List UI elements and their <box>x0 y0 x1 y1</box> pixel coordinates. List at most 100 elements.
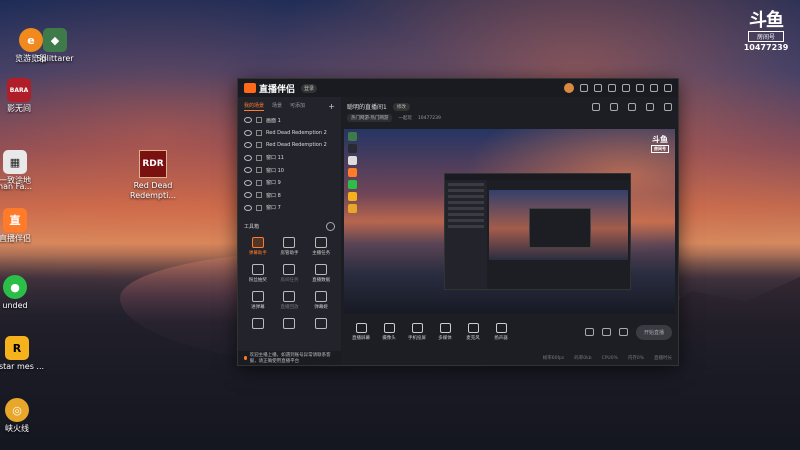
scene-item[interactable]: 画面 1 <box>238 114 341 127</box>
user-icon <box>283 237 296 248</box>
camera-icon <box>383 323 395 333</box>
media-button[interactable]: 多媒体 <box>431 323 459 341</box>
douyu-companion-icon: 直 <box>3 208 27 232</box>
monitor-icon <box>251 291 264 302</box>
tool-extra-1[interactable] <box>242 318 274 331</box>
desktop-icon-lanhuo[interactable]: ◎ 峡火线 <box>0 398 48 434</box>
tab-my-scenes[interactable]: 我的场景 <box>244 102 265 111</box>
preview-desktop-icons <box>344 129 362 314</box>
share-icon[interactable] <box>592 102 600 111</box>
link-icon[interactable] <box>664 102 672 111</box>
login-badge[interactable]: 登录 <box>301 83 318 93</box>
gift-icon[interactable] <box>608 84 616 92</box>
menu-icon[interactable] <box>636 84 644 92</box>
eye-icon[interactable] <box>244 167 252 174</box>
skin-icon[interactable] <box>580 84 588 92</box>
desktop-icon-bara[interactable]: BARA 影无间 <box>0 78 50 114</box>
microphone-button[interactable]: 麦克风 <box>459 323 487 341</box>
phone-icon <box>411 323 423 333</box>
title-bar[interactable]: 直播伴侣 登录 <box>238 79 678 97</box>
camera-button[interactable]: 摄像头 <box>375 323 403 341</box>
tab-scenes[interactable]: 场景 <box>272 102 282 111</box>
lock-icon[interactable] <box>256 167 262 174</box>
scene-tabs: 我的场景 场景 可添加 + <box>238 97 341 114</box>
scene-item[interactable]: 窗口 11 <box>238 152 341 165</box>
microphone-icon <box>467 323 479 333</box>
scene-item[interactable]: Red Dead Redemption 2 <box>238 139 341 152</box>
scene-item[interactable]: Red Dead Redemption 2 <box>238 127 341 140</box>
tool-danmu-in[interactable]: 进弹幕 <box>242 291 274 310</box>
scene-item[interactable]: 窗口 9 <box>238 177 341 190</box>
download-icon <box>283 264 296 275</box>
desktop-icon-rdr2[interactable]: RDR Red Dead Redempti... <box>128 150 178 201</box>
message-icon[interactable] <box>594 84 602 92</box>
bara-icon: BARA <box>7 78 31 102</box>
lock-icon[interactable] <box>256 129 262 136</box>
desktop-icon-rockstar[interactable]: R ckstar mes ... <box>0 336 48 372</box>
lock-icon[interactable] <box>256 179 262 186</box>
doc-icon <box>251 318 264 329</box>
notice-bar: 欢迎主播上播，如遇到账号异常请联系客服，请正确使用直播平台 <box>238 351 341 365</box>
tool-extra-2[interactable] <box>274 318 306 331</box>
eye-icon[interactable] <box>244 192 252 199</box>
lock-icon[interactable] <box>256 142 262 149</box>
tab-addable[interactable]: 可添加 <box>290 102 305 111</box>
tool-room-task[interactable]: 房间任务 <box>274 264 306 283</box>
desktop-icon-game2[interactable]: han Fa... <box>0 180 46 192</box>
stream-preview[interactable]: 斗鱼 房间号 <box>344 129 675 314</box>
status-bar: 帧率60fps 码率0kb CPU0% 内存0% 直播时长 <box>542 355 672 362</box>
lock-icon[interactable] <box>256 192 262 199</box>
tool-danmu-assistant[interactable]: 弹幕助手 <box>242 237 274 256</box>
room-id: 10477239 <box>417 115 441 121</box>
desktop-icon-unded[interactable]: ● unded <box>0 275 46 311</box>
rockstar-icon: R <box>5 336 29 360</box>
eye-icon[interactable] <box>244 129 252 136</box>
screen-capture-button[interactable]: 直播屏幕 <box>347 323 375 341</box>
speaker-button[interactable]: 扬声器 <box>487 323 515 341</box>
phone-cast-button[interactable]: 手机投屏 <box>403 323 431 341</box>
record-icon[interactable] <box>584 328 594 336</box>
scene-item[interactable]: 窗口 10 <box>238 164 341 177</box>
settings-gear-icon[interactable] <box>618 328 628 336</box>
scene-item[interactable]: 窗口 8 <box>238 189 341 202</box>
desktop-icon-douyu-companion[interactable]: 直 直播伴侣 <box>0 208 46 244</box>
add-scene-button[interactable]: + <box>328 102 335 111</box>
lock-icon[interactable] <box>610 102 618 111</box>
close-icon[interactable] <box>664 84 672 92</box>
tool-extra-3[interactable] <box>305 318 337 331</box>
eye-icon[interactable] <box>244 204 252 211</box>
edit-room-button[interactable]: 修改 <box>392 102 410 111</box>
replay-icon <box>283 291 296 302</box>
avatar[interactable] <box>564 83 574 93</box>
timer-icon[interactable] <box>601 328 611 336</box>
eye-icon[interactable] <box>244 117 252 124</box>
tool-replay[interactable]: 直播回放 <box>274 291 306 310</box>
category-tag[interactable]: 热门网游·热门网游 <box>347 114 393 122</box>
minimize-icon[interactable] <box>650 84 658 92</box>
scene-item[interactable]: 窗口 7 <box>238 202 341 215</box>
tool-fan-lottery[interactable]: 粉丝抽奖 <box>242 264 274 283</box>
lock-icon[interactable] <box>256 154 262 161</box>
toolbox-header: 工具箱 <box>238 214 341 235</box>
eye-icon[interactable] <box>244 154 252 161</box>
tool-streamer-task[interactable]: 主播任务 <box>305 237 337 256</box>
lock-icon[interactable] <box>256 117 262 124</box>
eye-icon[interactable] <box>244 142 252 149</box>
settings-icon[interactable] <box>622 84 630 92</box>
eye-icon[interactable] <box>244 179 252 186</box>
start-live-button[interactable]: 开始直播 <box>635 324 672 340</box>
lock-icon[interactable] <box>256 204 262 211</box>
live-companion-window[interactable]: 直播伴侣 登录 我的场景 场景 可添加 + 画面 1 Red Dead Rede… <box>237 78 679 366</box>
unded-icon: ● <box>3 275 27 299</box>
tool-live-data[interactable]: 直播数据 <box>305 264 337 283</box>
clipboard-icon <box>315 237 328 248</box>
tool-room-manager[interactable]: 房管助手 <box>274 237 306 256</box>
bell-icon[interactable] <box>646 102 654 111</box>
desktop-icon-splitter[interactable]: ◆ Splittarer <box>24 28 86 64</box>
toolbox-settings-icon[interactable] <box>326 222 335 231</box>
screen-icon[interactable] <box>628 102 636 111</box>
chart-icon <box>315 264 328 275</box>
tool-danmu-ji[interactable]: 弹幕姬 <box>305 291 337 310</box>
room-meta: 热门网游·热门网游 一起玩 10477239 <box>341 111 678 125</box>
douyu-watermark: 斗鱼 房间号 10477239 <box>743 10 789 53</box>
